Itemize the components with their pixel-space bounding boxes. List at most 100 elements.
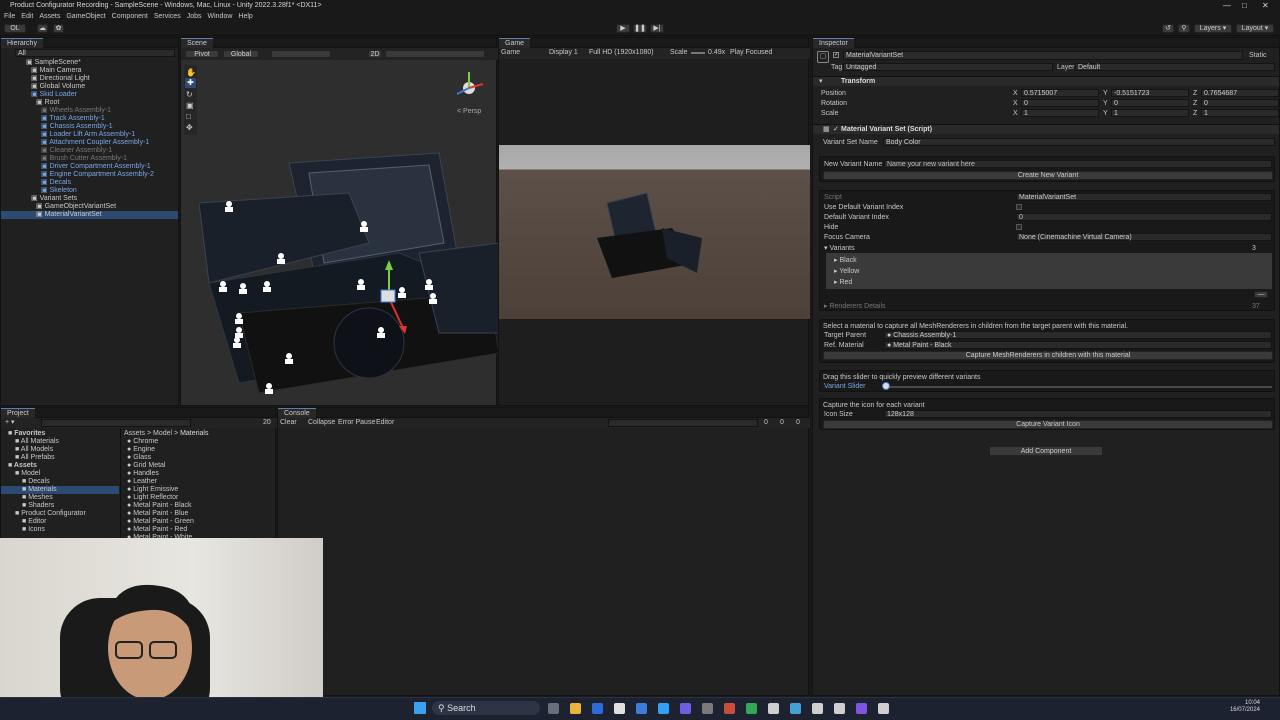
global-dropdown[interactable]: Global [223, 50, 259, 58]
bone-icon[interactable] [233, 337, 241, 348]
hierarchy-item[interactable]: ▣ Global Volume [1, 83, 178, 91]
console-search-input[interactable] [608, 419, 758, 427]
display-dropdown[interactable]: Display 1 [549, 49, 578, 56]
hierarchy-item[interactable]: ▣ Driver Compartment Assembly-1 [1, 163, 178, 171]
tab-project[interactable]: Project [1, 408, 35, 418]
bone-icon[interactable] [265, 383, 273, 394]
scale-slider[interactable] [691, 52, 705, 54]
new-variant-input[interactable]: Name your new variant here [884, 160, 1272, 168]
transform-tool-icon[interactable]: ✥ [186, 123, 193, 132]
project-folder[interactable]: ■ Assets [1, 462, 119, 470]
bone-icon[interactable] [263, 281, 271, 292]
asset-item[interactable]: ● Metal Paint - Green [127, 518, 194, 526]
project-folder[interactable]: ■ Favorites [1, 430, 119, 438]
target-parent-field[interactable]: ● Chassis Assembly-1 [884, 331, 1272, 339]
account-button[interactable]: OL [4, 24, 26, 33]
project-search-input[interactable] [41, 419, 191, 427]
hierarchy-item[interactable]: ▣ Brush Cutter Assembly-1 [1, 155, 178, 163]
bone-icon[interactable] [277, 253, 285, 264]
project-folder[interactable]: ■ All Prefabs [1, 454, 119, 462]
taskbar-clock[interactable]: 10:04 16/07/2024 [1210, 700, 1260, 714]
variants-foldout[interactable]: ▾ Variants [824, 245, 855, 253]
scene-view-options[interactable] [385, 50, 485, 58]
tab-hierarchy[interactable]: Hierarchy [1, 38, 43, 48]
bone-icon[interactable] [429, 293, 437, 304]
transform-position-z-field[interactable]: 0.7654687 [1201, 89, 1279, 97]
transform-position-y-field[interactable]: -0.5151723 [1111, 89, 1189, 97]
error-pause-button[interactable]: Error Pause [338, 419, 375, 427]
capture-meshrenderers-button[interactable]: Capture MeshRenderers in children with t… [823, 351, 1273, 360]
project-folder[interactable]: ■ Meshes [1, 494, 119, 502]
layers-dropdown[interactable]: Layers ▾ [1194, 24, 1232, 33]
log-count[interactable]: 0 [764, 419, 768, 427]
hierarchy-item[interactable]: ▣ Loader Lift Arm Assembly-1 [1, 131, 178, 139]
unity-icon[interactable] [812, 703, 823, 714]
maximize-icon[interactable]: □ [1242, 0, 1247, 12]
hierarchy-item[interactable]: ▣ Skeleton [1, 187, 178, 195]
bone-icon[interactable] [225, 201, 233, 212]
menu-item-gameobject[interactable]: GameObject [66, 13, 105, 20]
project-folder[interactable]: ■ Icons [1, 526, 119, 534]
menu-item-edit[interactable]: Edit [21, 13, 33, 20]
hierarchy-item[interactable]: ▣ Wheels Assembly-1 [1, 107, 178, 115]
menu-item-assets[interactable]: Assets [39, 13, 60, 20]
transform-header[interactable]: ▾ Transform [813, 76, 1279, 86]
project-folder[interactable]: ■ Shaders [1, 502, 119, 510]
project-folder[interactable]: ■ All Materials [1, 438, 119, 446]
menu-item-component[interactable]: Component [112, 13, 148, 20]
variant-item[interactable]: ▸ Yellow [834, 268, 859, 276]
store-icon[interactable] [592, 703, 603, 714]
close-icon[interactable]: ✕ [1262, 0, 1269, 12]
icon-size-dropdown[interactable]: 128x128 [884, 410, 1272, 418]
transform-scale-y-field[interactable]: 1 [1111, 109, 1189, 117]
pause-icon[interactable]: ❚❚ [633, 24, 647, 33]
hierarchy-item[interactable]: ▣ Cleaner Assembly-1 [1, 147, 178, 155]
asset-item[interactable]: ● Metal Paint - Black [127, 502, 192, 510]
transform-rotation-x-field[interactable]: 0 [1021, 99, 1099, 107]
hierarchy-search-input[interactable]: All [15, 49, 175, 57]
bone-icon[interactable] [357, 279, 365, 290]
windows-start-icon[interactable] [414, 702, 426, 714]
variant-item[interactable]: ▸ Red [834, 279, 852, 287]
2d-toggle[interactable]: 2D [368, 50, 382, 58]
game-viewport[interactable] [499, 145, 810, 319]
minimize-icon[interactable]: — [1223, 0, 1231, 12]
hierarchy-item[interactable]: ▣ Track Assembly-1 [1, 115, 178, 123]
hierarchy-item[interactable]: ▣ Decals [1, 179, 178, 187]
taskbar-search-box[interactable]: ⚲ Search [432, 701, 540, 715]
renderers-foldout[interactable]: ▸ Renderers Details [824, 303, 886, 311]
calculator-icon[interactable] [702, 703, 713, 714]
hierarchy-item[interactable]: ▣ Skid Loader [1, 91, 178, 99]
transform-scale-x-field[interactable]: 1 [1021, 109, 1099, 117]
default-index-field[interactable]: 0 [1016, 213, 1272, 221]
hierarchy-item[interactable]: ▣ Directional Light [1, 75, 178, 83]
layer-dropdown[interactable]: Default [1075, 63, 1275, 71]
ref-material-field[interactable]: ● Metal Paint - Black [884, 341, 1272, 349]
asset-item[interactable]: ● Metal Paint - Blue [127, 510, 188, 518]
remove-variant-button[interactable]: — [1254, 291, 1268, 298]
variant-slider-thumb[interactable] [882, 382, 890, 390]
hierarchy-item[interactable]: ▣ Engine Compartment Assembly-2 [1, 171, 178, 179]
grid-snap-buttons[interactable] [271, 50, 331, 58]
obs-icon[interactable] [856, 703, 867, 714]
file-explorer-icon[interactable] [570, 703, 581, 714]
capture-icon-button[interactable]: Capture Variant Icon [823, 420, 1273, 429]
create-variant-button[interactable]: Create New Variant [823, 171, 1273, 180]
focus-camera-field[interactable]: None (Cinemachine Virtual Camera) [1016, 233, 1272, 241]
project-folder[interactable]: ■ Product Configurator [1, 510, 119, 518]
create-asset-icon[interactable]: + ▾ [5, 419, 15, 427]
hierarchy-item[interactable]: ▣ Chassis Assembly-1 [1, 123, 178, 131]
bone-icon[interactable] [239, 283, 247, 294]
unity-editor-icon[interactable] [878, 703, 889, 714]
menu-item-services[interactable]: Services [154, 13, 181, 20]
bone-icon[interactable] [235, 327, 243, 338]
breadcrumb-item[interactable]: Assets [124, 430, 145, 437]
hierarchy-item[interactable]: ▣ SampleScene* [1, 59, 178, 67]
hide-checkbox[interactable] [1016, 224, 1022, 230]
hierarchy-item[interactable]: ▣ Attachment Coupler Assembly-1 [1, 139, 178, 147]
asset-item[interactable]: ● Handles [127, 470, 159, 478]
perspective-label[interactable]: < Persp [457, 108, 481, 115]
asset-item[interactable]: ● Light Emissive [127, 486, 178, 494]
transform-scale-z-field[interactable]: 1 [1201, 109, 1279, 117]
unity-hub-icon[interactable] [768, 703, 779, 714]
